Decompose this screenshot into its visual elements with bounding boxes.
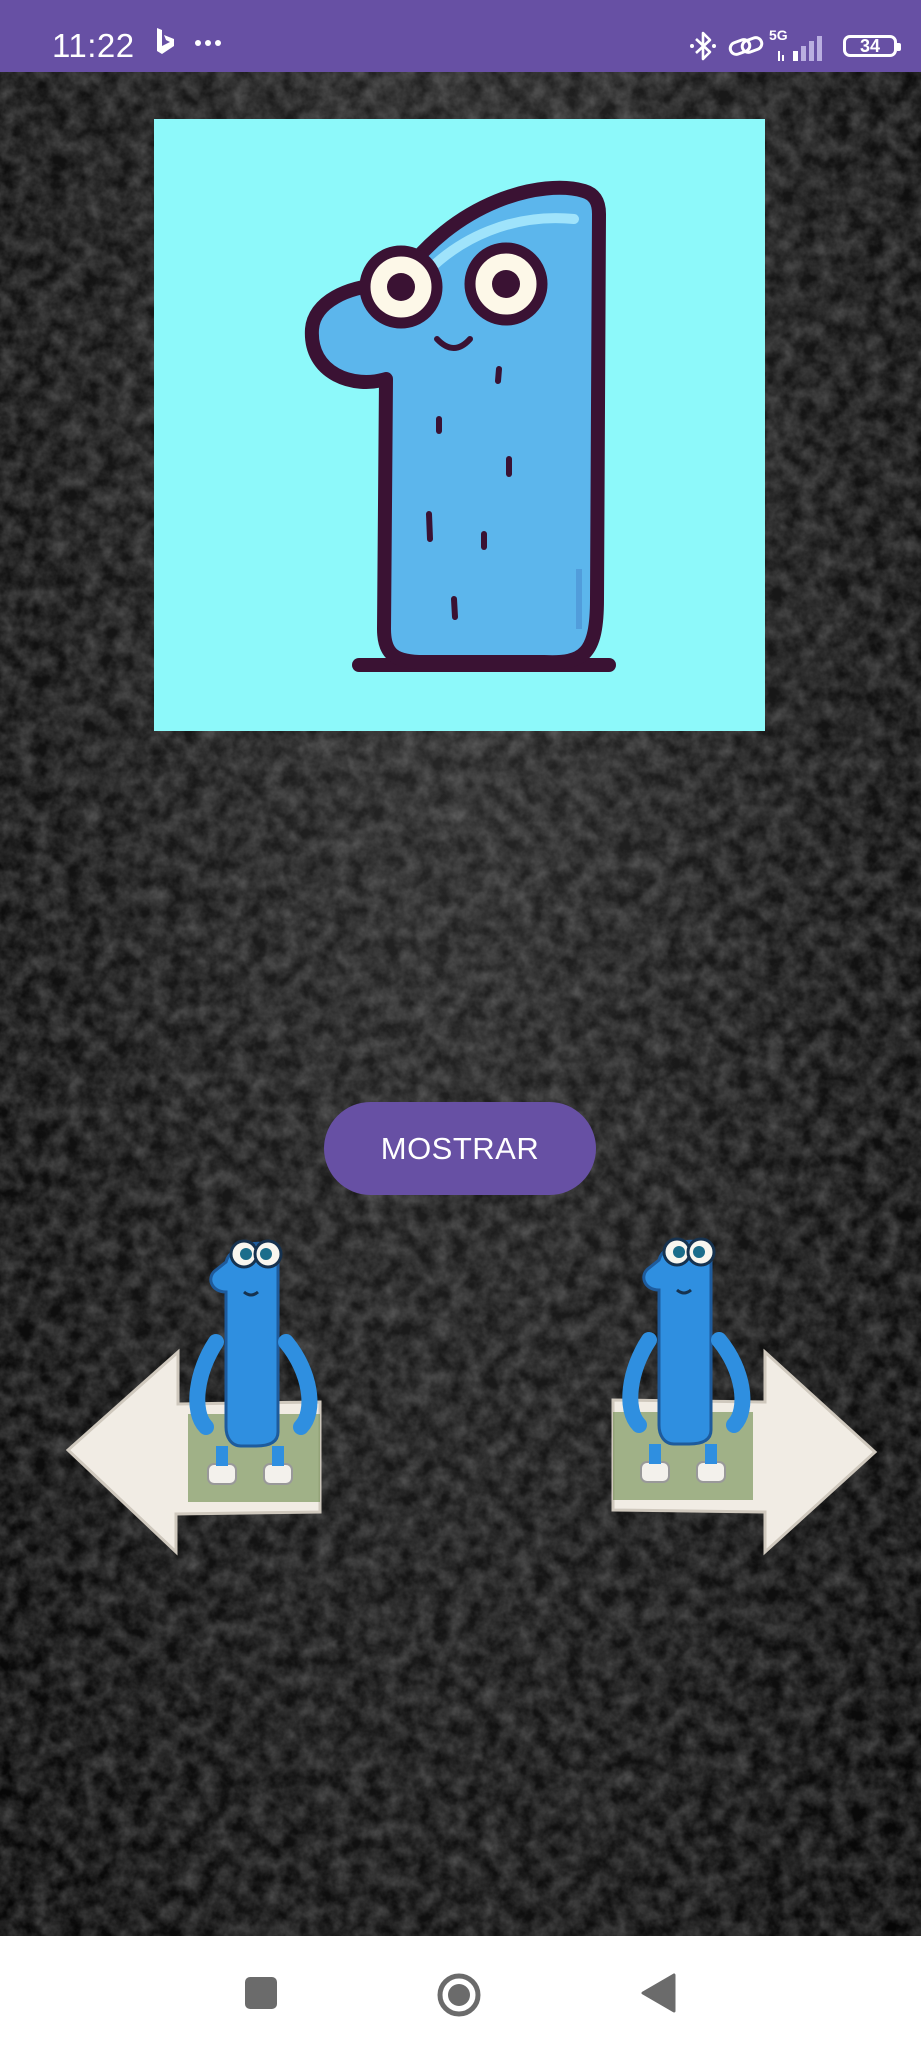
system-navigation-bar (0, 1936, 921, 2048)
show-button[interactable]: MOSTRAR (324, 1102, 596, 1195)
back-icon (641, 1973, 676, 2013)
arrow-right-character-icon (611, 1237, 878, 1556)
status-right: 5G 34 (689, 24, 903, 68)
bing-icon (157, 28, 174, 54)
link-icon (728, 36, 764, 56)
home-button[interactable] (436, 1972, 482, 2018)
next-button[interactable] (603, 1230, 885, 1580)
more-icon (195, 40, 221, 46)
recent-apps-icon (245, 1977, 277, 2009)
battery-level: 34 (859, 35, 881, 56)
previous-button[interactable] (58, 1232, 338, 1582)
number-one-character (304, 180, 616, 672)
arrow-left-character-icon (65, 1239, 322, 1556)
home-icon (437, 1973, 481, 2017)
main-content: MOSTRAR (0, 72, 921, 1936)
bluetooth-icon (690, 31, 716, 61)
signal-indicator: 5G (769, 27, 833, 63)
signal-icon (778, 36, 822, 61)
recent-apps-button[interactable] (244, 1976, 278, 2010)
back-button[interactable] (640, 1973, 676, 2013)
status-bar: 11:22 5G 34 (0, 0, 921, 72)
status-time: 11:22 (52, 27, 135, 64)
number-image-card (154, 119, 765, 731)
battery-icon: 34 (843, 35, 901, 57)
